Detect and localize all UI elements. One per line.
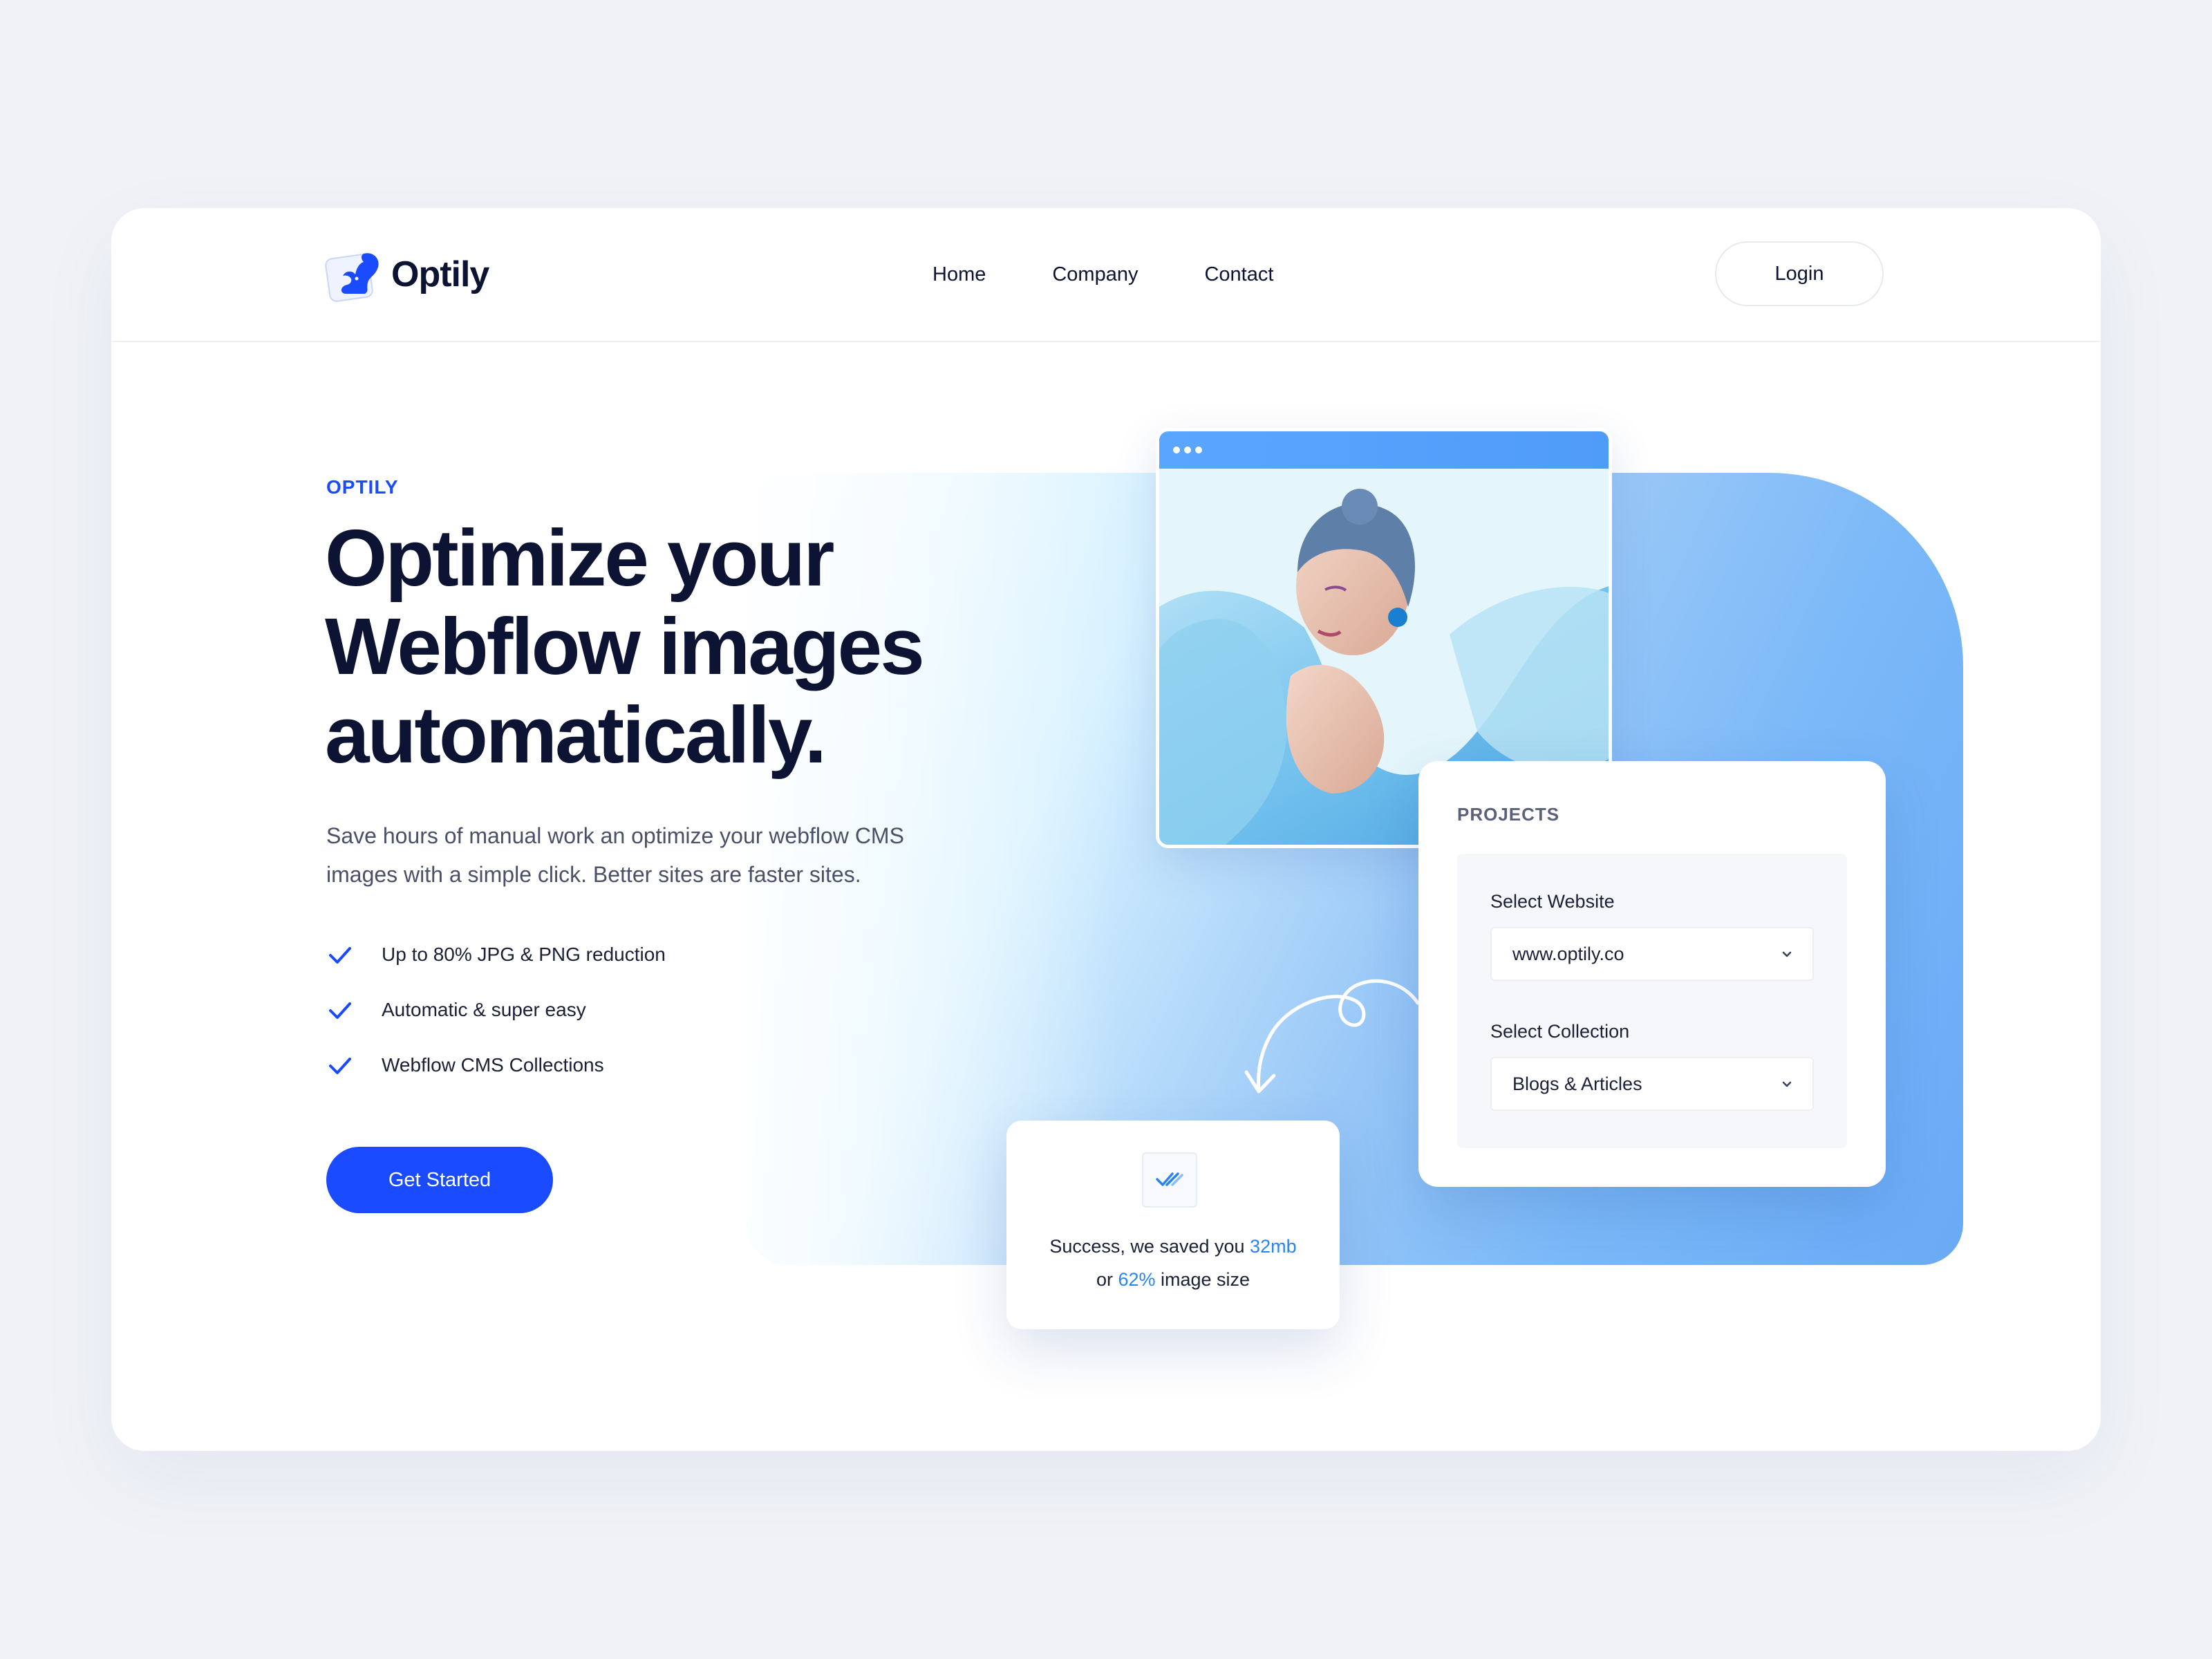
feature-item: Automatic & super easy bbox=[326, 982, 666, 1038]
check-icon bbox=[329, 1058, 351, 1074]
collection-select-value: Blogs & Articles bbox=[1512, 1073, 1642, 1094]
hero-eyebrow: OPTILY bbox=[326, 476, 399, 498]
projects-title: PROJECTS bbox=[1457, 804, 1560, 825]
feature-text: Webflow CMS Collections bbox=[382, 1054, 604, 1076]
saved-size: 32mb bbox=[1250, 1236, 1297, 1257]
hero-headline: Optimize your Webflow images automatical… bbox=[325, 514, 947, 779]
nav-link-home[interactable]: Home bbox=[932, 256, 986, 292]
website-label: Select Website bbox=[1490, 891, 1615, 912]
chevron-down-icon bbox=[1782, 1081, 1792, 1087]
get-started-button[interactable]: Get Started bbox=[326, 1147, 553, 1213]
headline-line-3: automatically. bbox=[325, 690, 827, 780]
check-icon bbox=[329, 947, 351, 964]
nav-link-contact[interactable]: Contact bbox=[1204, 256, 1273, 292]
feature-item: Up to 80% JPG & PNG reduction bbox=[326, 927, 666, 982]
check-icon bbox=[329, 1002, 351, 1019]
logo[interactable]: Optily bbox=[325, 247, 489, 302]
top-nav: Optily Home Company Contact Login bbox=[111, 208, 2101, 342]
projects-form: Select Website www.optily.co Select Coll… bbox=[1457, 854, 1847, 1148]
headline-line-2: Webflow images bbox=[325, 601, 925, 691]
collection-select[interactable]: Blogs & Articles bbox=[1490, 1057, 1814, 1111]
feature-text: Automatic & super easy bbox=[382, 999, 586, 1020]
website-select-value: www.optily.co bbox=[1512, 943, 1624, 964]
double-check-icon bbox=[1142, 1152, 1197, 1208]
login-button[interactable]: Login bbox=[1715, 241, 1884, 306]
success-message: Success, we saved you 32mb or 62% image … bbox=[1006, 1230, 1340, 1296]
nav-link-company[interactable]: Company bbox=[1052, 256, 1138, 292]
collection-label: Select Collection bbox=[1490, 1021, 1630, 1042]
feature-list: Up to 80% JPG & PNG reduction Automatic … bbox=[326, 927, 666, 1093]
nav-links: Home Company Contact bbox=[932, 256, 1340, 292]
window-dot-icon bbox=[1173, 447, 1180, 453]
curly-arrow-icon bbox=[1244, 979, 1420, 1094]
website-select[interactable]: www.optily.co bbox=[1490, 927, 1814, 981]
saved-percent: 62% bbox=[1118, 1269, 1156, 1290]
success-text-b: or bbox=[1096, 1269, 1118, 1290]
feature-item: Webflow CMS Collections bbox=[326, 1038, 666, 1093]
success-text-c: image size bbox=[1155, 1269, 1250, 1290]
chevron-down-icon bbox=[1782, 951, 1792, 957]
browser-title-bar bbox=[1159, 431, 1609, 469]
window-dot-icon bbox=[1184, 447, 1191, 453]
landing-card: Optily Home Company Contact Login OPTILY… bbox=[111, 208, 2101, 1451]
success-card: Success, we saved you 32mb or 62% image … bbox=[1006, 1121, 1340, 1329]
squirrel-logo-icon bbox=[325, 247, 383, 302]
success-text-a: Success, we saved you bbox=[1049, 1236, 1250, 1257]
logo-text: Optily bbox=[391, 254, 489, 294]
projects-card: PROJECTS Select Website www.optily.co Se… bbox=[1418, 761, 1886, 1187]
window-dot-icon bbox=[1195, 447, 1202, 453]
headline-line-1: Optimize your bbox=[325, 513, 834, 603]
feature-text: Up to 80% JPG & PNG reduction bbox=[382, 944, 666, 965]
hero-subtext: Save hours of manual work an optimize yo… bbox=[326, 823, 904, 887]
